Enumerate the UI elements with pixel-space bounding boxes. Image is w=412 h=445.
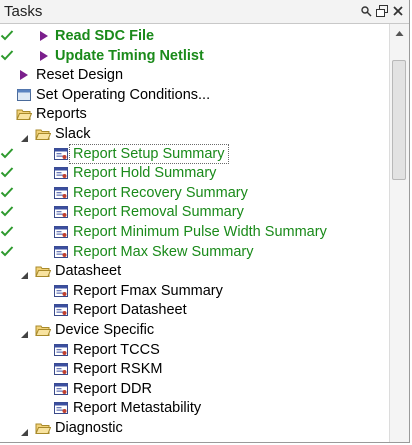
tree-item-label: Device Specific <box>55 322 155 338</box>
report-icon <box>53 146 69 162</box>
tree-item-label: Report Max Skew Summary <box>73 243 254 260</box>
scroll-up-icon[interactable] <box>391 25 408 42</box>
panel-title: Tasks <box>4 3 43 20</box>
tree-item-label: Report RSKM <box>73 361 163 378</box>
report-icon <box>53 224 69 240</box>
tree-item[interactable]: Report Removal Summary <box>0 203 390 222</box>
tree-item[interactable]: Reset Design <box>0 66 390 85</box>
checkmark-icon <box>0 224 14 238</box>
task-tree[interactable]: Read SDC File Update Timing Netlist Reset … <box>0 24 390 442</box>
tree-item-label: Report Datasheet <box>73 302 187 319</box>
scrollbar-thumb[interactable] <box>392 60 406 180</box>
tree-item-label: Diagnostic <box>55 420 123 436</box>
tree-item-label: Set Operating Conditions... <box>36 86 211 103</box>
tree-item-label: Read SDC File <box>55 28 155 44</box>
report-icon <box>53 244 69 260</box>
tree-item-label: Report TCCS <box>73 341 160 358</box>
tree-item[interactable]: Update Timing Netlist <box>0 47 390 66</box>
tree-item[interactable]: Report DDR <box>0 380 390 399</box>
checkmark-icon <box>0 204 14 218</box>
tree-item-label: Reports <box>36 106 87 123</box>
tree-item[interactable]: Device Specific <box>0 321 390 340</box>
report-icon <box>53 381 69 397</box>
folder-open-icon <box>35 263 52 279</box>
tree-item[interactable]: Report Minimum Pulse Width Summary <box>0 223 390 242</box>
panel-title-bar: Tasks <box>0 0 409 24</box>
checkmark-icon <box>0 146 14 160</box>
tree-item-label: Report Minimum Pulse Width Summary <box>73 224 327 240</box>
folder-open-icon <box>35 420 52 436</box>
window-icon <box>16 87 32 103</box>
report-icon <box>53 165 69 181</box>
tree-item-label: Report DDR <box>73 380 152 397</box>
restore-icon[interactable] <box>376 5 388 17</box>
report-icon <box>53 400 69 416</box>
report-icon <box>53 283 69 299</box>
vertical-scrollbar[interactable] <box>389 24 409 442</box>
report-icon <box>53 302 69 318</box>
expand-collapse-icon[interactable] <box>20 130 29 142</box>
folder-open-icon <box>16 106 33 122</box>
expand-collapse-icon[interactable] <box>20 424 29 436</box>
tree-item[interactable]: Diagnostic <box>0 419 390 438</box>
tree-item[interactable]: Datasheet <box>0 262 390 281</box>
tree-item-label: Report Removal Summary <box>73 204 244 221</box>
run-arrow-icon <box>36 48 52 64</box>
tree-item[interactable]: Report Recovery Summary <box>0 184 390 203</box>
tree-item[interactable]: Report Max Skew Summary <box>0 243 390 262</box>
checkmark-icon <box>0 165 14 179</box>
tree-item-label: Datasheet <box>55 263 122 280</box>
checkmark-icon <box>0 244 14 258</box>
expand-collapse-icon[interactable] <box>20 267 29 280</box>
tree-item[interactable]: Report Datasheet <box>0 301 390 320</box>
tree-item[interactable]: Report RSKM <box>0 360 390 379</box>
tree-item[interactable]: Slack <box>0 125 390 144</box>
tree-item[interactable]: Report Metastability <box>0 399 390 418</box>
tree-item[interactable]: Report Fmax Summary <box>0 282 390 301</box>
report-icon <box>53 185 69 201</box>
close-icon[interactable] <box>392 5 404 17</box>
tree-item-label: Report Fmax Summary <box>73 282 223 299</box>
report-icon <box>53 361 69 377</box>
tree-item-label: Update Timing Netlist <box>55 47 204 64</box>
tree-item[interactable]: Set Operating Conditions... <box>0 86 390 105</box>
tree-item[interactable]: Reports <box>0 105 390 124</box>
tree-item[interactable]: Report Hold Summary <box>0 164 390 183</box>
report-icon <box>53 204 69 220</box>
checkmark-icon <box>0 28 14 42</box>
tree-item[interactable]: Report TCCS <box>0 341 390 360</box>
tree-item[interactable]: Report Setup Summary <box>0 143 390 164</box>
pin-icon[interactable] <box>360 5 372 17</box>
checkmark-icon <box>0 48 14 62</box>
folder-open-icon <box>35 322 52 338</box>
report-icon <box>53 342 69 358</box>
tree-item-label: Reset Design <box>36 67 124 84</box>
run-arrow-icon <box>36 28 52 44</box>
tree-item-label: Report Metastability <box>73 400 202 417</box>
tree-item[interactable]: Read SDC File <box>0 27 390 46</box>
tasks-panel: Tasks Read SDC File Update Timing Netlist… <box>0 0 410 443</box>
tree-item-label: Report Recovery Summary <box>73 184 248 201</box>
tree-item-label: Report Hold Summary <box>73 165 217 182</box>
expand-collapse-icon[interactable] <box>20 326 29 338</box>
tree-item-label: Report Setup Summary <box>69 143 229 164</box>
run-arrow-icon <box>16 67 32 83</box>
tree-item-label: Slack <box>55 126 91 142</box>
checkmark-icon <box>0 185 14 199</box>
folder-open-icon <box>35 126 52 142</box>
